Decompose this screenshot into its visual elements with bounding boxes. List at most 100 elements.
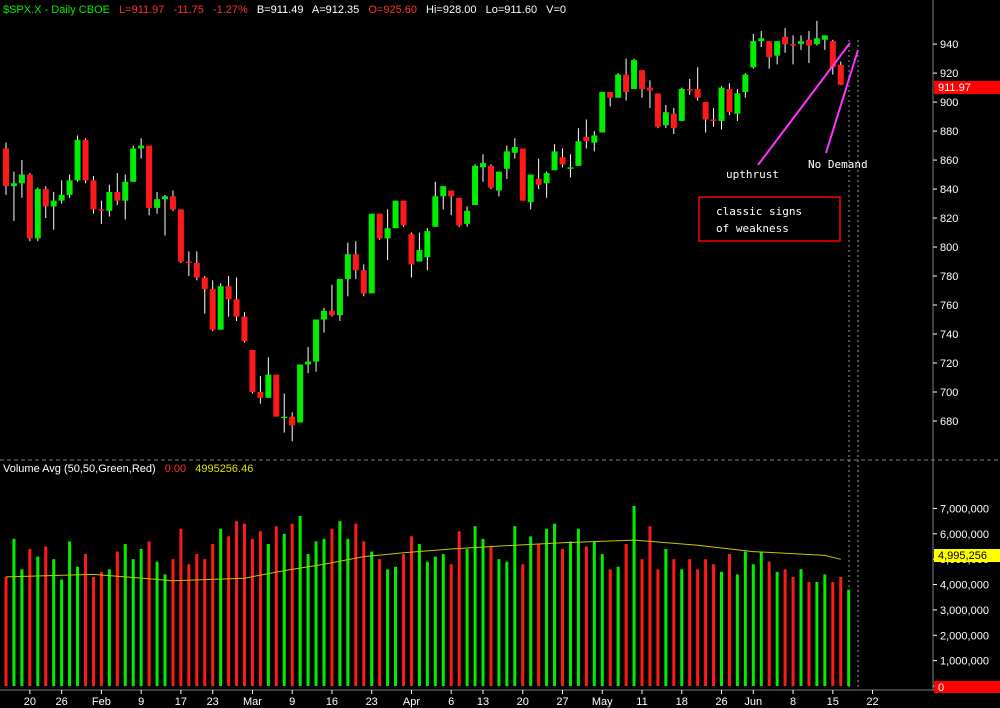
- annotation-box-line1: classic signs: [716, 205, 802, 218]
- volume-bar: [839, 576, 843, 686]
- volume-bar: [664, 549, 668, 686]
- candle-body: [98, 209, 105, 211]
- candle-body: [805, 39, 812, 46]
- volume-bar: [807, 582, 811, 686]
- volume-bar: [584, 546, 588, 686]
- candle-body: [336, 278, 343, 316]
- time-tick-label: 13: [477, 696, 489, 708]
- volume-bar: [155, 561, 159, 686]
- volume-tick-label: 4,000,000: [940, 580, 989, 592]
- candle-body: [527, 174, 534, 203]
- volume-bar: [640, 559, 644, 686]
- volume-bar: [616, 566, 620, 686]
- candle-body: [487, 165, 494, 188]
- price-tick-label: 880: [940, 126, 958, 138]
- candle-body: [798, 41, 804, 45]
- volume-bar: [831, 582, 835, 686]
- candle-body: [392, 200, 399, 229]
- candle-body: [146, 145, 153, 208]
- candle-body: [82, 139, 89, 181]
- volume-tick-label: 2,000,000: [940, 630, 989, 642]
- volume-bar: [505, 561, 509, 686]
- candle-body: [623, 74, 630, 92]
- price-tick-label: 760: [940, 300, 958, 312]
- candle-body: [503, 151, 510, 169]
- volume-bar: [298, 516, 302, 686]
- candle-body: [813, 38, 820, 45]
- volume-bar: [537, 543, 541, 686]
- header-pct: -1.27%: [213, 4, 248, 16]
- candle-body: [154, 199, 161, 208]
- volume-bar: [441, 554, 445, 686]
- volume-bar: [576, 528, 580, 686]
- volume-bar: [680, 569, 684, 686]
- volume-bar: [370, 551, 374, 686]
- price-tick-label: 820: [940, 213, 958, 225]
- candle-body: [18, 174, 25, 184]
- candle-body: [289, 416, 296, 426]
- time-tick-label: 17: [175, 696, 187, 708]
- volume-bar: [235, 521, 239, 686]
- volume-avg-badge-text: 4,995,256: [938, 550, 987, 562]
- volume-bar: [362, 541, 366, 686]
- candle-body: [448, 190, 455, 197]
- volume-bar: [648, 526, 652, 686]
- candle-body: [416, 249, 423, 262]
- header-high: Hi=928.00: [426, 4, 476, 16]
- candle-body: [26, 174, 33, 239]
- candle-body: [511, 147, 518, 153]
- volume-bar: [672, 559, 676, 686]
- volume-bar: [417, 543, 421, 686]
- volume-bar: [306, 554, 310, 686]
- volume-tick-label: 7,000,000: [940, 503, 989, 515]
- volume-bar: [743, 551, 747, 686]
- price-tick-label: 860: [940, 155, 958, 167]
- candle-body: [543, 173, 550, 184]
- candle-body: [257, 392, 264, 398]
- volume-bar: [465, 549, 469, 686]
- header-last: L=911.97: [119, 4, 164, 16]
- candle-body: [758, 38, 765, 42]
- candle-body: [10, 183, 17, 187]
- volume-bar: [608, 569, 612, 686]
- candle-body: [209, 289, 216, 330]
- volume-bar: [553, 523, 557, 686]
- price-tick-label: 680: [940, 416, 958, 428]
- candle-body: [599, 91, 606, 133]
- volume-bar: [624, 543, 628, 686]
- candle-body: [646, 87, 653, 91]
- time-tick-label: 9: [138, 696, 144, 708]
- candle-body: [774, 41, 781, 56]
- volume-bar: [250, 538, 254, 686]
- candle-body: [559, 157, 566, 165]
- candle-body: [384, 228, 391, 239]
- volume-bar: [513, 526, 517, 686]
- volume-bar: [521, 564, 525, 686]
- volume-bar: [791, 576, 795, 686]
- volume-bar: [735, 574, 739, 686]
- volume-bar: [386, 569, 390, 686]
- header-volume: V=0: [546, 4, 566, 16]
- volume-bar: [489, 546, 493, 686]
- volume-bar: [751, 564, 755, 686]
- volume-bar: [179, 528, 183, 686]
- candle-body: [265, 374, 272, 398]
- volume-bar: [243, 523, 246, 686]
- candle-body: [130, 148, 137, 182]
- candle-body: [718, 87, 725, 121]
- volume-bar: [656, 569, 660, 686]
- candle-body: [694, 89, 701, 98]
- candle-body: [432, 196, 439, 227]
- candle-body: [726, 89, 733, 113]
- volume-bar: [632, 505, 636, 686]
- candle-body: [74, 139, 81, 181]
- volume-bar: [123, 543, 127, 686]
- candle-body: [352, 254, 359, 271]
- volume-bar: [60, 579, 64, 686]
- candle-body: [217, 286, 224, 330]
- header-low: Lo=911.60: [486, 4, 538, 16]
- candle-body: [328, 310, 335, 316]
- candle-body: [654, 93, 661, 127]
- volume-bar: [131, 559, 135, 686]
- candle-body: [440, 186, 447, 197]
